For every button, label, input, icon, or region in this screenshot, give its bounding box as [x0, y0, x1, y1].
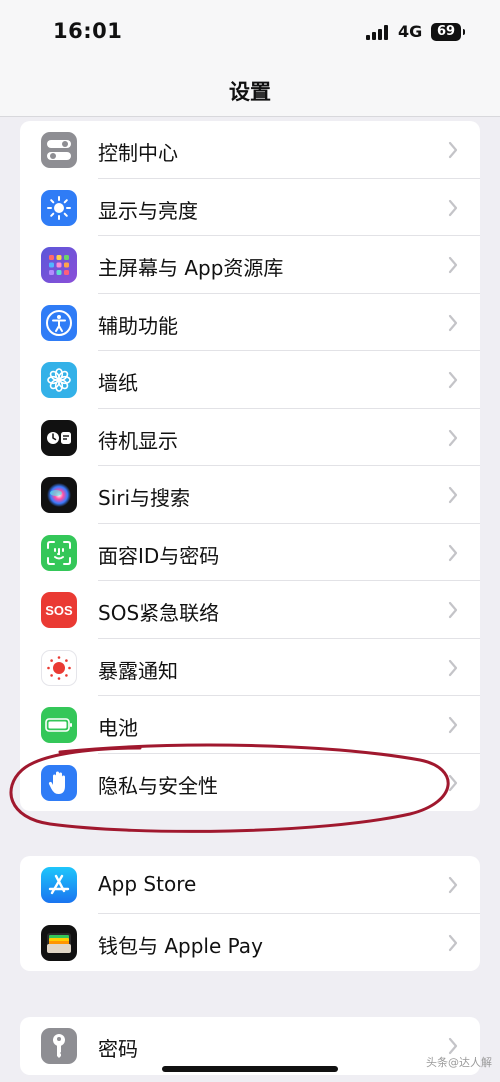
settings-group-main: 控制中心 显示与亮度 主屏幕与 App资源库 辅助功能 墙纸 待机显示 Siri… — [20, 121, 480, 811]
battery-level: 69 — [436, 24, 456, 39]
chevron-right-icon — [448, 716, 458, 734]
settings-row-label: 密码 — [98, 1037, 138, 1061]
home-indicator[interactable] — [162, 1066, 338, 1072]
chevron-right-icon — [448, 1037, 458, 1055]
settings-row-wallpaper[interactable]: 墙纸 — [20, 351, 480, 409]
settings-row-label: Siri与搜索 — [98, 486, 191, 510]
sos-icon-text: SOS — [45, 602, 73, 618]
wallet-icon — [41, 924, 77, 961]
settings-row-app-store[interactable]: App Store — [20, 856, 480, 914]
chevron-right-icon — [448, 601, 458, 619]
settings-row-label: 显示与亮度 — [98, 198, 198, 223]
settings-row-display-brightness[interactable]: 显示与亮度 — [20, 179, 480, 236]
chevron-right-icon — [448, 659, 458, 676]
chevron-right-icon — [448, 314, 458, 331]
chevron-right-icon — [448, 544, 458, 561]
settings-row-label: 隐私与安全性 — [98, 773, 218, 798]
chevron-right-icon — [448, 141, 458, 159]
settings-row-label: 暴露通知 — [98, 658, 178, 683]
sun-icon — [41, 189, 77, 226]
chevron-right-icon — [448, 934, 458, 951]
settings-row-label: 电池 — [98, 716, 138, 740]
hand-icon — [41, 764, 77, 801]
status-bar: 16:01 4G 69 — [0, 0, 500, 62]
standby-icon — [41, 419, 77, 456]
settings-row-label: 主屏幕与 App资源库 — [98, 256, 284, 280]
settings-row-home-screen[interactable]: 主屏幕与 App资源库 — [20, 236, 480, 294]
settings-row-control-center[interactable]: 控制中心 — [20, 121, 480, 179]
control-center-icon — [41, 132, 77, 168]
settings-row-accessibility[interactable]: 辅助功能 — [20, 294, 480, 351]
settings-row-battery[interactable]: 电池 — [20, 696, 480, 754]
settings-row-emergency-sos[interactable]: SOS SOS紧急联络 — [20, 581, 480, 639]
settings-row-label: 待机显示 — [98, 428, 178, 453]
home-screen-grid-icon — [41, 247, 77, 283]
settings-row-label: 面容ID与密码 — [98, 543, 220, 568]
chevron-right-icon — [448, 371, 458, 389]
settings-row-exposure-notifications[interactable]: 暴露通知 — [20, 639, 480, 696]
settings-row-face-id[interactable]: 面容ID与密码 — [20, 524, 480, 581]
chevron-right-icon — [448, 774, 458, 791]
siri-icon — [41, 477, 77, 513]
settings-row-privacy-security[interactable]: 隐私与安全性 — [20, 754, 480, 812]
page-title: 设置 — [229, 80, 271, 104]
status-time: 16:01 — [53, 19, 123, 43]
watermark: 头条@达人解 — [426, 1056, 492, 1069]
settings-row-label: 控制中心 — [98, 141, 178, 165]
chevron-right-icon — [448, 256, 458, 274]
chevron-right-icon — [448, 486, 458, 504]
cellular-signal-icon — [366, 24, 390, 40]
key-icon — [41, 1028, 77, 1064]
settings-row-standby[interactable]: 待机显示 — [20, 409, 480, 466]
settings-row-label: SOS紧急联络 — [98, 601, 220, 625]
settings-row-label: 钱包与 Apple Pay — [98, 933, 263, 958]
network-type: 4G — [398, 22, 423, 41]
navigation-bar: 设置 — [0, 62, 500, 117]
battery-settings-icon — [41, 707, 77, 743]
battery-icon: 69 — [431, 23, 465, 41]
face-id-icon — [41, 534, 77, 571]
sos-icon: SOS — [41, 592, 77, 628]
wallpaper-flower-icon — [41, 362, 77, 398]
exposure-notification-icon — [41, 649, 77, 686]
app-store-icon — [41, 867, 77, 903]
chevron-right-icon — [448, 876, 458, 894]
settings-row-label: 墙纸 — [98, 371, 138, 395]
chevron-right-icon — [448, 429, 458, 446]
settings-row-wallet-apple-pay[interactable]: 钱包与 Apple Pay — [20, 914, 480, 972]
settings-row-siri-search[interactable]: Siri与搜索 — [20, 466, 480, 524]
settings-group-store: App Store 钱包与 Apple Pay — [20, 856, 480, 971]
accessibility-icon — [41, 304, 77, 341]
settings-row-label: App Store — [98, 872, 197, 896]
settings-row-label: 辅助功能 — [98, 313, 178, 338]
chevron-right-icon — [448, 199, 458, 216]
